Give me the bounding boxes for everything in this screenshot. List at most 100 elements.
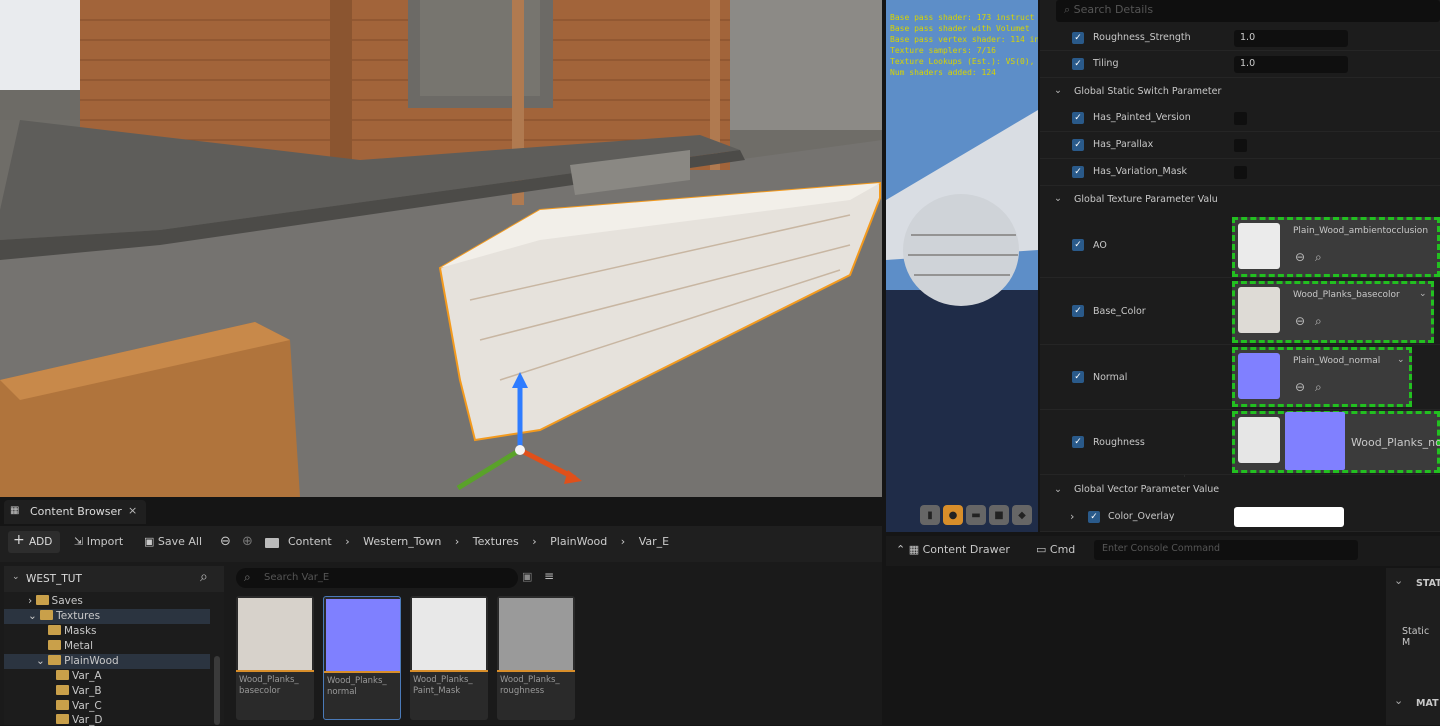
asset-thumbnail [238, 598, 312, 670]
override-checkbox[interactable]: ✓ [1072, 58, 1084, 70]
vector-section-header[interactable]: ⌄ Global Vector Parameter Value [1040, 477, 1440, 503]
asset-tile[interactable]: Wood_Planks_ normal [323, 596, 401, 720]
roughness-strength-input[interactable]: 1.0 [1234, 30, 1348, 47]
asset-search-input[interactable]: ⌕ Search Var_E [236, 568, 518, 588]
breadcrumb: Content › Western_Town › Textures › Plai… [288, 535, 669, 548]
save-search-icon[interactable]: ▣ [522, 570, 532, 583]
filter-icon[interactable]: ≡ [544, 569, 554, 583]
breadcrumb-item[interactable]: PlainWood [550, 535, 607, 548]
add-button[interactable]: + ADD [8, 531, 60, 553]
chevron-down-icon[interactable]: ⌄ [1397, 355, 1405, 365]
chevron-up-icon: ⌃ [896, 543, 909, 556]
console-command-input[interactable]: Enter Console Command [1094, 540, 1358, 560]
search-icon[interactable]: ⌕ [1315, 250, 1322, 265]
browse-icon[interactable]: ⊖ [1295, 250, 1305, 264]
tree-item-plainwood[interactable]: ⌄ PlainWood [36, 655, 119, 667]
breadcrumb-item[interactable]: Textures [473, 535, 519, 548]
chevron-down-icon[interactable]: ⌄ [1419, 289, 1427, 299]
tree-scrollbar[interactable] [214, 656, 220, 725]
terminal-icon: ▭ [1036, 543, 1050, 556]
preview-scene [886, 0, 1038, 532]
override-checkbox[interactable]: ✓ [1072, 371, 1084, 383]
import-icon: ⇲ [74, 535, 87, 548]
preview-toolbar: ▮ ● ▬ ■ ◆ [920, 505, 1032, 531]
custom-mesh-preview-button[interactable]: ◆ [1012, 505, 1032, 525]
override-checkbox[interactable]: ✓ [1072, 112, 1084, 124]
texture-thumbnail [1238, 417, 1280, 463]
breadcrumb-item[interactable]: Var_E [639, 535, 669, 548]
drag-preview-thumbnail [1285, 412, 1345, 470]
tree-item-saves[interactable]: › Saves [28, 595, 83, 607]
param-row-color-overlay: › ✓ Color_Overlay [1040, 503, 1440, 532]
forward-icon[interactable]: ⊕ [242, 534, 253, 549]
texture-slot-normal[interactable]: Plain_Wood_normal ⌄ ⊖ ⌕ [1232, 347, 1412, 407]
asset-tile[interactable]: Wood_Planks_ roughness [497, 596, 575, 720]
param-row-roughness-strength: ✓ Roughness_Strength 1.0 [1040, 26, 1440, 51]
shader-stats: Base pass shader: 173 instruct Base pass… [890, 13, 1038, 77]
folder-tree: ⌄ WEST_TUT ⌕ › Saves ⌄ Textures Masks Me… [4, 566, 224, 726]
search-icon[interactable]: ⌕ [1315, 380, 1322, 395]
level-viewport[interactable] [0, 0, 882, 497]
value-checkbox[interactable] [1234, 139, 1247, 152]
asset-tile[interactable]: Wood_Planks_ basecolor [236, 596, 314, 720]
override-checkbox[interactable]: ✓ [1072, 436, 1084, 448]
override-checkbox[interactable]: ✓ [1072, 166, 1084, 178]
cmd-button[interactable]: ▭ Cmd [1036, 543, 1075, 556]
color-swatch[interactable] [1234, 507, 1344, 527]
chevron-right-icon: › [454, 535, 460, 548]
static-switch-section-header[interactable]: ⌄ Global Static Switch Parameter [1040, 78, 1440, 105]
search-icon[interactable]: ⌕ [200, 569, 208, 585]
value-checkbox[interactable] [1234, 112, 1247, 125]
viewport-scene [0, 0, 882, 497]
details-search-input[interactable]: ⌕ Search Details [1056, 0, 1440, 22]
chevron-down-icon[interactable]: ⌄ [1394, 694, 1403, 707]
texture-slot-base-color[interactable]: Wood_Planks_basecolor ⌄ ⊖ ⌕ [1232, 281, 1434, 343]
override-checkbox[interactable]: ✓ [1072, 32, 1084, 44]
tree-item-var-d[interactable]: Var_D [56, 714, 102, 726]
folder-icon: ▦ [10, 505, 20, 516]
value-checkbox[interactable] [1234, 166, 1247, 179]
texture-slot-ao[interactable]: Plain_Wood_ambientocclusion ⊖ ⌕ [1232, 217, 1440, 277]
texture-section-header[interactable]: ⌄ Global Texture Parameter Valu [1040, 186, 1440, 213]
content-browser-tab[interactable]: ▦ Content Browser × [4, 500, 146, 524]
override-checkbox[interactable]: ✓ [1088, 511, 1100, 523]
chevron-down-icon[interactable]: ⌄ [1394, 574, 1403, 587]
close-icon[interactable]: × [128, 504, 137, 517]
material-preview[interactable]: Base pass shader: 173 instruct Base pass… [886, 0, 1038, 532]
asset-thumbnail [326, 599, 400, 671]
tree-item-var-a[interactable]: Var_A [56, 670, 102, 682]
override-checkbox[interactable]: ✓ [1072, 139, 1084, 151]
breadcrumb-item[interactable]: Content [288, 535, 332, 548]
override-checkbox[interactable]: ✓ [1072, 305, 1084, 317]
override-checkbox[interactable]: ✓ [1072, 239, 1084, 251]
save-all-button[interactable]: ▣ Save All [144, 535, 202, 548]
cylinder-preview-button[interactable]: ▮ [920, 505, 940, 525]
browse-icon[interactable]: ⊖ [1295, 380, 1305, 394]
sphere-preview-button[interactable]: ● [943, 505, 963, 525]
search-icon: ⌕ [1064, 3, 1074, 16]
plus-icon: + [13, 532, 25, 548]
content-drawer-button[interactable]: ⌃ ▦ Content Drawer [896, 543, 1010, 556]
tree-item-var-b[interactable]: Var_B [56, 685, 102, 697]
chevron-down-icon: ⌄ [12, 572, 20, 582]
cube-preview-button[interactable]: ■ [989, 505, 1009, 525]
asset-tile[interactable]: Wood_Planks_ Paint_Mask [410, 596, 488, 720]
texture-slot-roughness[interactable]: Wood_Planks_no [1232, 411, 1440, 473]
tree-item-metal[interactable]: Metal [48, 640, 93, 652]
import-button[interactable]: ⇲ Import [74, 535, 123, 548]
browse-icon[interactable]: ⊖ [1295, 314, 1305, 328]
chevron-right-icon: › [532, 535, 537, 548]
chevron-right-icon[interactable]: › [1070, 510, 1074, 523]
project-header[interactable]: ⌄ WEST_TUT ⌕ [4, 566, 224, 592]
tiling-input[interactable]: 1.0 [1234, 56, 1348, 73]
param-row-has-parallax: ✓ Has_Parallax [1040, 132, 1440, 159]
chevron-right-icon: › [345, 535, 350, 548]
tree-item-textures[interactable]: ⌄ Textures [28, 610, 100, 622]
save-icon: ▣ [144, 535, 158, 548]
tree-item-masks[interactable]: Masks [48, 625, 97, 637]
breadcrumb-item[interactable]: Western_Town [363, 535, 441, 548]
plane-preview-button[interactable]: ▬ [966, 505, 986, 525]
back-icon[interactable]: ⊖ [220, 534, 231, 549]
search-icon[interactable]: ⌕ [1315, 314, 1322, 329]
tree-item-var-c[interactable]: Var_C [56, 700, 102, 712]
